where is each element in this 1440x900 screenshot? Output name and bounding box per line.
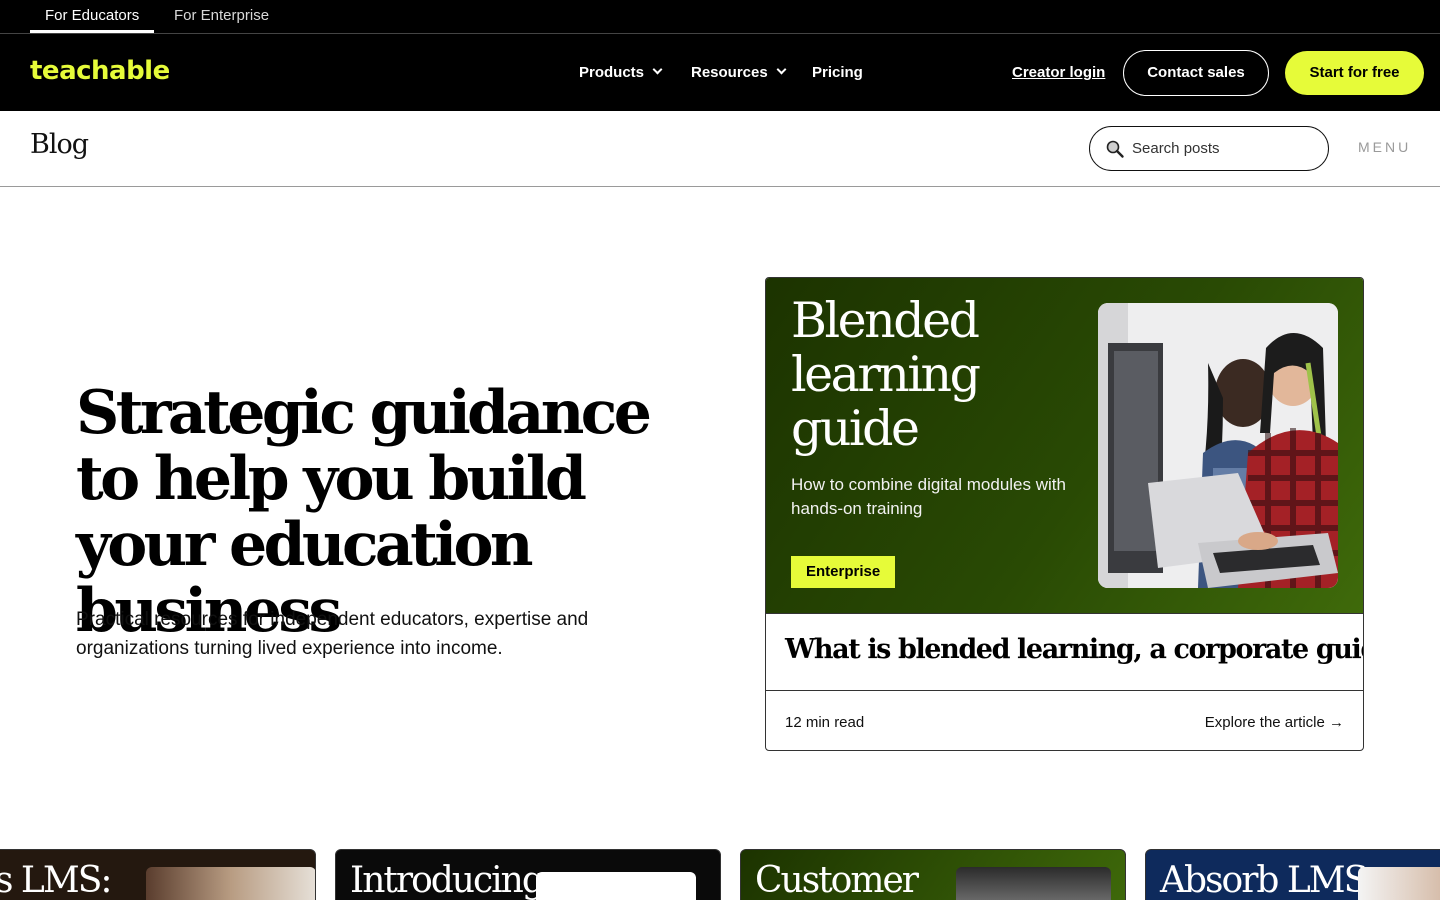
tab-for-educators[interactable]: For Educators — [30, 0, 155, 33]
enterprise-tag[interactable]: Enterprise — [791, 556, 896, 588]
article-card-image — [146, 867, 315, 900]
main-nav: teachable Products Resources Pricing Cre… — [0, 34, 1440, 111]
article-card-title: P vs LMS: — [0, 860, 112, 900]
article-card[interactable]: P vs LMS: — [0, 849, 316, 900]
blog-title[interactable]: Blog — [30, 129, 89, 160]
article-card[interactable]: Absorb LMS — [1145, 849, 1440, 900]
nav-resources-label: Resources — [691, 64, 768, 81]
chevron-down-icon — [776, 64, 787, 75]
article-card-image — [1358, 867, 1440, 900]
featured-title-row: What is blended learning, a corporate gu… — [766, 614, 1363, 691]
banner-subtitle: How to combine digital modules with hand… — [791, 475, 1066, 518]
read-time: 12 min read — [785, 714, 865, 731]
featured-article-title[interactable]: What is blended learning, a corporate gu… — [785, 634, 1363, 665]
nav-resources[interactable]: Resources — [691, 34, 787, 111]
article-card-title: Introducing — [350, 860, 545, 900]
start-for-free-button[interactable]: Start for free — [1285, 51, 1424, 95]
search-input[interactable] — [1132, 127, 1317, 170]
audience-bar: For Educators For Enterprise — [0, 0, 1440, 34]
nav-products-label: Products — [579, 64, 645, 81]
explore-article-link[interactable]: Explore the article → — [1205, 714, 1344, 731]
menu-button[interactable]: MENU — [1358, 139, 1411, 155]
featured-banner: Blended learning guide How to combine di… — [766, 278, 1363, 614]
nav-products[interactable]: Products — [579, 34, 663, 111]
featured-article-card[interactable]: Blended learning guide How to combine di… — [765, 277, 1364, 751]
search-icon — [1106, 140, 1124, 158]
hero-subheading: Practical resources for independent educ… — [76, 609, 589, 659]
article-card[interactable]: Customer — [740, 849, 1126, 900]
creator-login-link[interactable]: Creator login — [1012, 34, 1105, 111]
article-card-title: Customer — [755, 860, 919, 900]
teachable-logo[interactable]: teachable — [30, 56, 170, 86]
tab-for-enterprise[interactable]: For Enterprise — [159, 0, 284, 33]
article-card-image — [536, 872, 696, 900]
nav-pricing[interactable]: Pricing — [812, 34, 863, 111]
blog-header: Blog MENU — [0, 111, 1440, 187]
contact-sales-button[interactable]: Contact sales — [1123, 50, 1269, 96]
chevron-down-icon — [652, 64, 663, 75]
featured-photo — [1098, 303, 1338, 588]
search-box[interactable] — [1089, 126, 1329, 171]
article-card-image — [956, 867, 1111, 900]
banner-title: Blended learning guide — [791, 292, 981, 457]
article-card-title: Absorb LMS — [1160, 860, 1368, 900]
article-card[interactable]: Introducing — [335, 849, 721, 900]
